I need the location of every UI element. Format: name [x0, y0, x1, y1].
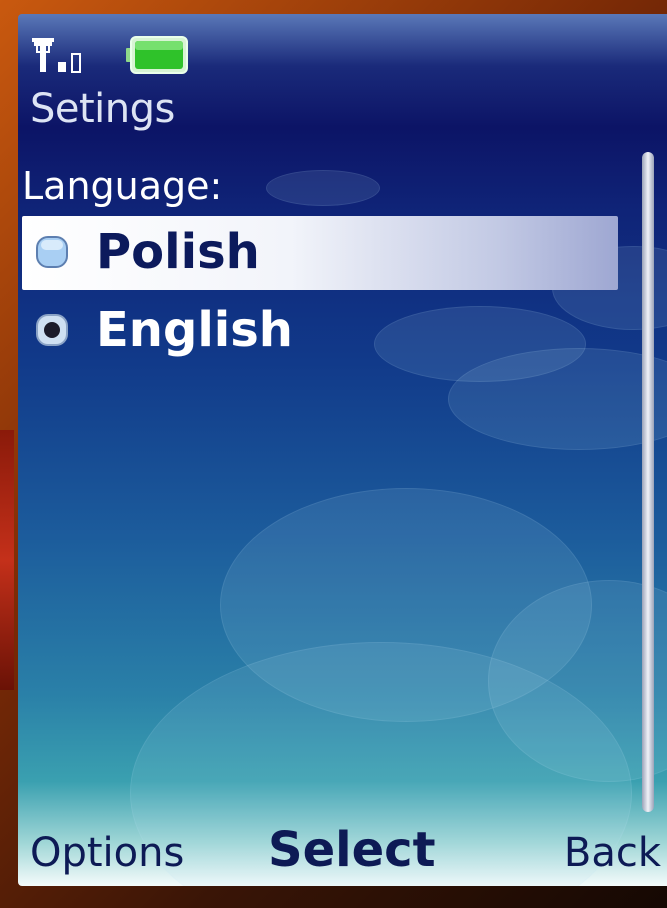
back-softkey[interactable]: Back	[564, 830, 661, 876]
language-option-label: Polish	[96, 224, 260, 280]
frame-decoration	[0, 430, 14, 690]
status-bar	[18, 14, 667, 88]
radio-unchecked-icon[interactable]	[34, 234, 70, 270]
background-bubble	[266, 170, 380, 206]
phone-frame: Setings Language: Polish English Options…	[0, 0, 667, 908]
list-header: Language:	[22, 164, 223, 208]
select-softkey[interactable]: Select	[268, 822, 436, 878]
softkey-bar: Options Select Back	[18, 808, 667, 886]
signal-strength-icon	[32, 38, 81, 73]
radio-checked-icon[interactable]	[34, 312, 70, 348]
options-softkey[interactable]: Options	[30, 830, 184, 876]
page-title: Setings	[30, 86, 175, 132]
language-option-label: English	[96, 302, 293, 358]
phone-screen: Setings Language: Polish English Options…	[18, 14, 667, 886]
language-option-polish[interactable]: Polish	[22, 216, 618, 290]
language-option-english[interactable]: English	[22, 294, 618, 368]
scrollbar[interactable]	[642, 152, 654, 812]
battery-icon	[126, 36, 188, 74]
